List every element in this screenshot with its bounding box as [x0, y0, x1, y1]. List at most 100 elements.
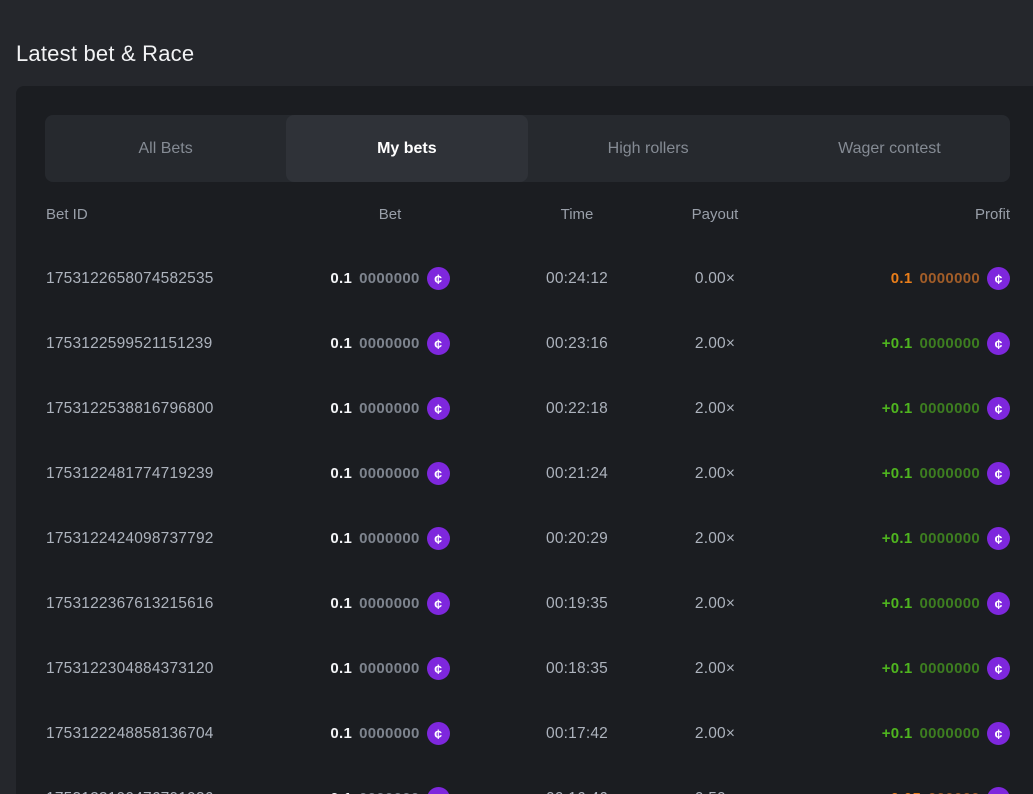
bet-amount: 0.1 0000000 ¢: [286, 527, 494, 550]
bet-amount-trailing-zeros: 0000000: [359, 335, 420, 352]
payout-value: 2.00×: [660, 335, 770, 353]
profit-amount-significant: +0.1: [882, 335, 913, 352]
bet-amount: 0.1 0000000 ¢: [286, 267, 494, 290]
payout-value: 2.00×: [660, 660, 770, 678]
profit-amount-significant: 0.1: [891, 270, 913, 287]
bet-amount: 0.10000000 ¢: [286, 592, 494, 615]
profit-amount-trailing-zeros: 0000000: [920, 465, 981, 482]
coin-icon: ¢: [427, 527, 450, 550]
coin-icon: ¢: [987, 592, 1010, 615]
table-body: 1753122658074582535 0.10000000 ¢ 00:24:1…: [46, 246, 1010, 794]
profit-amount-trailing-zeros: 0000000: [920, 530, 981, 547]
bet-id-value: 1753122304884373120: [46, 660, 286, 678]
bet-amount-trailing-zeros: 0000000: [359, 790, 420, 794]
profit-amount-significant: +0.1: [882, 400, 913, 417]
profit-amount-trailing-zeros: 0000000: [920, 725, 981, 742]
latest-bets-panel: All Bets My bets High rollers Wager cont…: [16, 86, 1033, 794]
bet-amount-trailing-zeros: 0000000: [359, 530, 420, 547]
coin-icon: ¢: [987, 527, 1010, 550]
payout-value: 0.00×: [660, 270, 770, 288]
bet-amount-significant: 0.1: [330, 660, 352, 677]
bet-amount-significant: 0.1: [330, 790, 352, 794]
profit-amount-trailing-zeros: 0000000: [920, 400, 981, 417]
coin-icon: ¢: [427, 722, 450, 745]
header-profit: Profit: [770, 206, 1010, 223]
profit-amount: +0.1 0000000 ¢: [770, 527, 1010, 550]
profit-amount-significant: +0.1: [882, 530, 913, 547]
time-value: 00:18:35: [494, 660, 660, 678]
payout-value: 2.00×: [660, 400, 770, 418]
bet-amount: 0.1 0000000 ¢: [286, 722, 494, 745]
table-row[interactable]: 1753122190476791936 0.1 0000000 ¢ 00:16:4…: [46, 766, 1010, 794]
bet-id-value: 1753122190476791936: [46, 790, 286, 794]
coin-icon: ¢: [427, 267, 450, 290]
profit-amount: +0.1 0000000 ¢: [770, 462, 1010, 485]
profit-amount-trailing-zeros: 0000000: [920, 660, 981, 677]
bet-id-value: 1753122599521151239: [46, 335, 286, 353]
profit-amount-trailing-zeros: 000000: [928, 790, 980, 794]
bet-amount-significant: 0.1: [330, 270, 352, 287]
table-row[interactable]: 1753122538816796800 0.10000000 ¢ 00:22:1…: [46, 376, 1010, 441]
bet-amount-trailing-zeros: 0000000: [359, 400, 420, 417]
table-row[interactable]: 1753122599521151239 0.1 0000000 ¢ 00:23:1…: [46, 311, 1010, 376]
bet-amount-significant: 0.1: [330, 530, 352, 547]
coin-icon: ¢: [427, 787, 450, 794]
time-value: 00:21:24: [494, 465, 660, 483]
profit-amount: 0.05000000 ¢: [770, 787, 1010, 794]
coin-icon: ¢: [987, 332, 1010, 355]
bet-amount: 0.1 0000000 ¢: [286, 787, 494, 794]
tab-all-bets[interactable]: All Bets: [45, 115, 286, 182]
bet-amount: 0.10000000 ¢: [286, 332, 494, 355]
header-payout: Payout: [660, 206, 770, 223]
bet-id-value: 1753122424098737792: [46, 530, 286, 548]
profit-amount: +0.10000000 ¢: [770, 722, 1010, 745]
time-value: 00:24:12: [494, 270, 660, 288]
bet-amount-significant: 0.1: [330, 595, 352, 612]
bet-amount-significant: 0.1: [330, 335, 352, 352]
payout-value: 2.00×: [660, 530, 770, 548]
bet-amount-trailing-zeros: 0000000: [359, 270, 420, 287]
table-row[interactable]: 1753122248858136704 0.1 0000000 ¢ 00:17:4…: [46, 701, 1010, 766]
bet-id-value: 1753122248858136704: [46, 725, 286, 743]
tab-my-bets[interactable]: My bets: [286, 115, 527, 182]
coin-icon: ¢: [987, 657, 1010, 680]
table-row[interactable]: 1753122658074582535 0.10000000 ¢ 00:24:1…: [46, 246, 1010, 311]
profit-amount: +0.10000000 ¢: [770, 592, 1010, 615]
coin-icon: ¢: [987, 722, 1010, 745]
profit-amount-significant: +0.1: [882, 660, 913, 677]
bet-amount-trailing-zeros: 0000000: [359, 465, 420, 482]
coin-icon: ¢: [987, 397, 1010, 420]
tab-wager-contest[interactable]: Wager contest: [769, 115, 1010, 182]
bet-id-value: 1753122367613215616: [46, 595, 286, 613]
table-header-row: Bet ID Bet Time Payout Profit: [46, 182, 1010, 246]
bet-amount-significant: 0.1: [330, 725, 352, 742]
table-row[interactable]: 1753122481774719239 0.10000000 ¢ 00:21:2…: [46, 441, 1010, 506]
coin-icon: ¢: [427, 462, 450, 485]
profit-amount-trailing-zeros: 0000000: [920, 595, 981, 612]
profit-amount-significant: +0.1: [882, 465, 913, 482]
bet-amount-trailing-zeros: 0000000: [359, 660, 420, 677]
header-time: Time: [494, 206, 660, 223]
time-value: 00:22:18: [494, 400, 660, 418]
header-bet: Bet: [286, 206, 494, 223]
coin-icon: ¢: [987, 462, 1010, 485]
payout-value: 0.50×: [660, 790, 770, 794]
bet-amount-trailing-zeros: 0000000: [359, 725, 420, 742]
profit-amount: +0.1 0000000 ¢: [770, 397, 1010, 420]
coin-icon: ¢: [427, 592, 450, 615]
time-value: 00:23:16: [494, 335, 660, 353]
time-value: 00:17:42: [494, 725, 660, 743]
table-row[interactable]: 1753122424098737792 0.10000000 ¢ 00:20:2…: [46, 506, 1010, 571]
coin-icon: ¢: [427, 657, 450, 680]
tab-high-rollers[interactable]: High rollers: [528, 115, 769, 182]
payout-value: 2.00×: [660, 725, 770, 743]
bet-amount: 0.10000000 ¢: [286, 462, 494, 485]
header-bet-id: Bet ID: [46, 206, 286, 223]
table-row[interactable]: 1753122367613215616 0.10000000 ¢ 00:19:3…: [46, 571, 1010, 636]
time-value: 00:16:46: [494, 790, 660, 794]
bet-id-value: 1753122538816796800: [46, 400, 286, 418]
table-row[interactable]: 1753122304884373120 0.1 0000000 ¢ 00:18:3…: [46, 636, 1010, 701]
coin-icon: ¢: [987, 267, 1010, 290]
bet-amount: 0.1 0000000 ¢: [286, 657, 494, 680]
bets-tab-bar: All Bets My bets High rollers Wager cont…: [45, 115, 1010, 182]
